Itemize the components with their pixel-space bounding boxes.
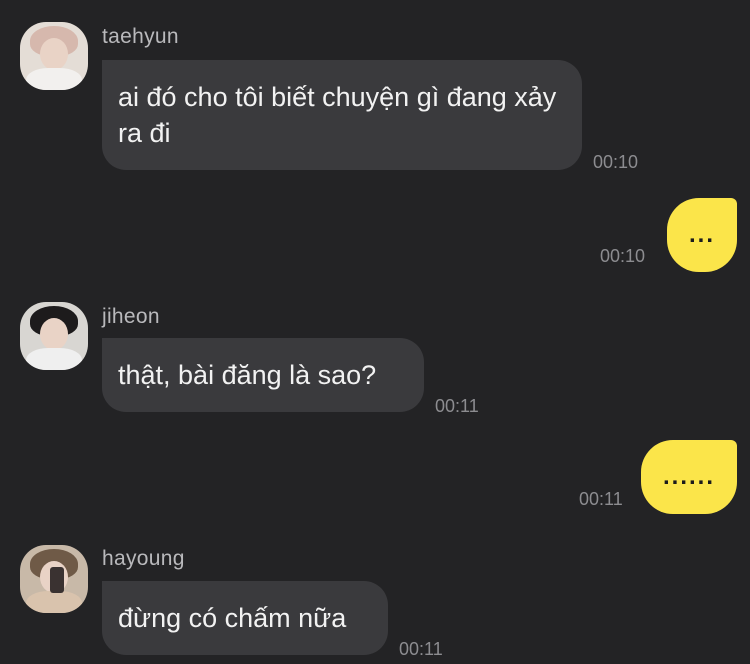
sender-name: jiheon	[102, 305, 160, 328]
message-bubble[interactable]: đừng có chấm nữa	[102, 581, 388, 655]
avatar-hayoung[interactable]	[20, 545, 88, 613]
sender-name: hayoung	[102, 547, 185, 570]
sender-name: taehyun	[102, 25, 179, 48]
message-time: 00:11	[399, 639, 443, 659]
message-time: 00:11	[579, 489, 623, 509]
avatar-jiheon[interactable]	[20, 302, 88, 370]
message-bubble[interactable]: ...	[667, 198, 737, 272]
chat-screen: { "colors": { "background": "#232325", "…	[0, 0, 750, 664]
message-bubble[interactable]: ......	[641, 440, 737, 514]
message-bubble[interactable]: ai đó cho tôi biết chuyện gì đang xảy ra…	[102, 60, 582, 170]
message-time: 00:11	[435, 396, 479, 416]
avatar-taehyun[interactable]	[20, 22, 88, 90]
message-bubble[interactable]: thật, bài đăng là sao?	[102, 338, 424, 412]
message-time: 00:10	[600, 246, 646, 266]
message-time: 00:10	[593, 152, 639, 172]
